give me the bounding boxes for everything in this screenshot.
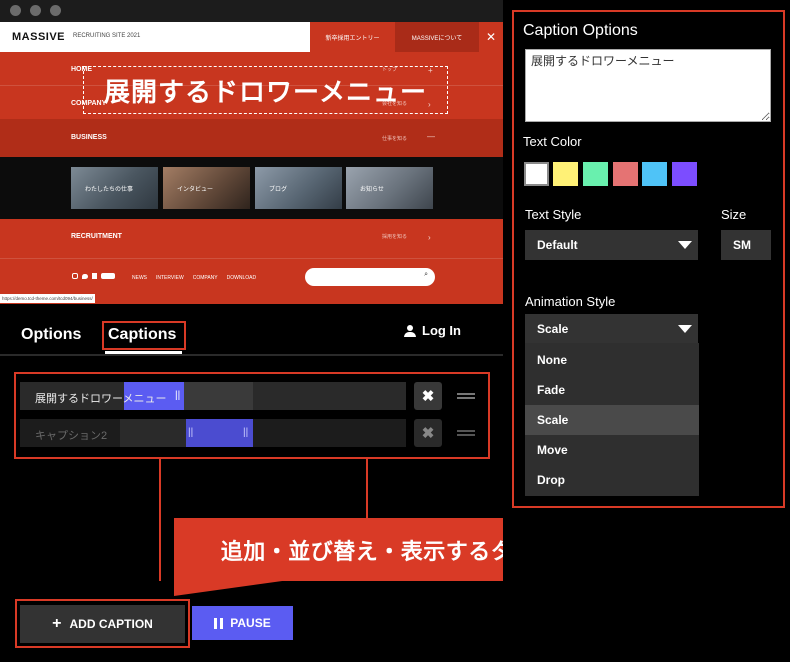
minus-icon: — [427, 132, 435, 141]
submenu-thumb-blog[interactable]: ブログ [255, 167, 342, 209]
about-button[interactable]: MASSIVEについて [395, 22, 479, 52]
plus-icon: + [52, 615, 62, 632]
caption-text-input[interactable]: 展開するドロワーメニュー [525, 49, 771, 122]
site-subtitle: RECRUITING SITE 2021 [73, 33, 141, 39]
caption-overlay[interactable]: 展開するドロワーメニュー [83, 66, 448, 114]
youtube-icon[interactable] [101, 273, 115, 279]
login-label: Log In [422, 323, 461, 338]
user-icon [404, 324, 416, 337]
thumb-label: インタビュー [177, 187, 214, 193]
minimize-window-dot[interactable] [30, 5, 41, 16]
animation-style-value: Scale [537, 322, 569, 336]
color-swatch-white[interactable] [524, 162, 549, 186]
status-url: https://demo.tcd-theme.com/tcd094/busine… [0, 294, 95, 303]
footer-link-download[interactable]: DOWNLOAD [227, 275, 256, 281]
site-header: MASSIVE RECRUITING SITE 2021 新卒採用エントリー M… [0, 22, 503, 52]
thumb-label: お知らせ [360, 187, 384, 193]
animation-style-label: Animation Style [525, 294, 616, 309]
animation-option-move[interactable]: Move [525, 435, 699, 465]
text-style-select[interactable]: Default [525, 230, 698, 260]
color-swatch-yellow[interactable] [553, 162, 578, 186]
instagram-icon[interactable] [72, 273, 78, 279]
footer-links: NEWS INTERVIEW COMPANY DOWNLOAD [132, 273, 256, 283]
thumb-label: ブログ [269, 187, 288, 193]
menu-item-sub: 採用を知る [382, 234, 408, 240]
website-preview: MASSIVE RECRUITING SITE 2021 新卒採用エントリー M… [0, 22, 503, 304]
facebook-icon[interactable] [92, 273, 97, 279]
submenu-thumb-interview[interactable]: インタビュー [163, 167, 250, 209]
menu-divider [0, 258, 503, 259]
text-color-label: Text Color [523, 134, 582, 149]
animation-option-scale[interactable]: Scale [525, 405, 699, 435]
close-window-dot[interactable] [10, 5, 21, 16]
color-swatch-blue[interactable] [642, 162, 667, 186]
chevron-down-icon [678, 325, 692, 333]
color-swatch-green[interactable] [583, 162, 608, 186]
social-icons [72, 273, 115, 279]
submenu-thumb-news[interactable]: お知らせ [346, 167, 433, 209]
search-icon: ⌕ [424, 271, 428, 278]
menu-item-label: BUSINESS [71, 134, 107, 141]
menu-item-recruitment[interactable]: RECRUITMENT 採用を知る › [0, 233, 503, 247]
add-caption-button[interactable]: + ADD CAPTION [20, 605, 185, 643]
footer-link-company[interactable]: COMPANY [193, 275, 218, 281]
pause-label: PAUSE [230, 616, 271, 630]
entry-button[interactable]: 新卒採用エントリー [310, 22, 395, 52]
color-swatch-red[interactable] [613, 162, 638, 186]
animation-option-drop[interactable]: Drop [525, 465, 699, 495]
menu-item-business[interactable]: BUSINESS 仕事を知る — [0, 119, 503, 157]
menu-item-label: RECRUITMENT [71, 233, 122, 240]
login-button[interactable]: Log In [404, 323, 461, 338]
animation-option-none[interactable]: None [525, 345, 699, 375]
submenu-thumb-work[interactable]: わたしたちの仕事 [71, 167, 158, 209]
site-logo[interactable]: MASSIVE [12, 31, 65, 43]
text-style-value: Default [537, 238, 578, 252]
annotation-highlight-captions-tab [102, 321, 186, 350]
window-titlebar [0, 0, 503, 22]
annotation-connector [366, 459, 368, 518]
tab-options[interactable]: Options [21, 326, 81, 344]
footer-link-interview[interactable]: INTERVIEW [156, 275, 184, 281]
chevron-right-icon: › [428, 233, 431, 242]
text-style-label: Text Style [525, 207, 582, 222]
annotation-connector [159, 459, 161, 581]
animation-option-fade[interactable]: Fade [525, 375, 699, 405]
twitter-icon[interactable] [82, 273, 88, 279]
add-caption-label: ADD CAPTION [69, 617, 153, 631]
footer-link-news[interactable]: NEWS [132, 275, 147, 281]
pause-icon [214, 617, 224, 629]
size-value: SM [733, 238, 751, 252]
size-select[interactable]: SM [721, 230, 771, 260]
annotation-highlight-caption-list [14, 372, 490, 459]
pause-button[interactable]: PAUSE [192, 606, 293, 640]
close-menu-icon[interactable]: ✕ [479, 22, 503, 52]
thumb-label: わたしたちの仕事 [85, 187, 134, 193]
size-label: Size [721, 207, 747, 222]
active-tab-indicator [105, 351, 182, 354]
site-search-input[interactable]: ⌕ [305, 268, 435, 286]
panel-title: Caption Options [523, 22, 638, 39]
color-swatch-purple[interactable] [672, 162, 697, 186]
chevron-down-icon [678, 241, 692, 249]
menu-item-sub: 仕事を知る [382, 136, 408, 142]
tab-bar: Options Captions Log In [0, 304, 503, 356]
zoom-window-dot[interactable] [50, 5, 61, 16]
animation-style-select[interactable]: Scale [525, 314, 698, 344]
animation-options-list: None Fade Scale Move Drop [525, 343, 699, 496]
